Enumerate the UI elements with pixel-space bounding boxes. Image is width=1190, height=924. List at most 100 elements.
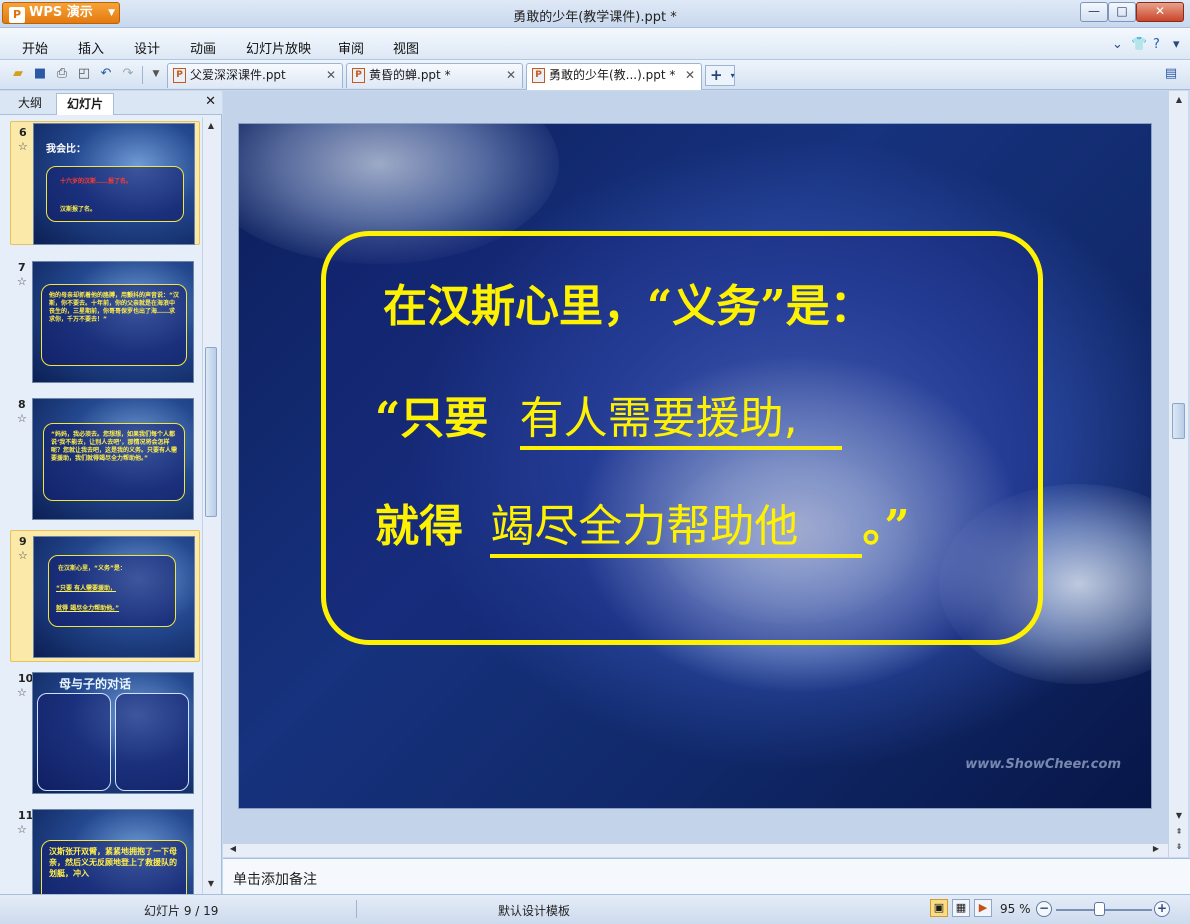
prev-slide-icon[interactable]: ⇞	[1173, 827, 1185, 836]
thumbnail-slide-11[interactable]: 11 ☆ 汉斯张开双臂，紧紧地拥抱了一下母亲，然后义无反顾地登上了救援队的划艇，…	[10, 807, 200, 894]
thumbnail-slide-6[interactable]: 6 ☆ 我会比： 十六岁的汉斯……报了名。 汉斯报了名。	[10, 121, 200, 245]
scroll-up-icon[interactable]: ▲	[1173, 95, 1185, 104]
menu-home[interactable]: 开始	[22, 38, 48, 57]
minimize-button[interactable]: —	[1080, 2, 1108, 22]
menu-view[interactable]: 视图	[393, 38, 419, 57]
animation-star-icon: ☆	[18, 549, 28, 562]
scroll-thumb[interactable]	[1172, 403, 1185, 439]
slideshow-icon[interactable]: ▶	[974, 899, 992, 917]
thumbnail-text: 我会比：	[46, 144, 86, 155]
thumbnail-image: 他的母亲却抓着他的胳膊，用颤抖的声音说：“汉斯，你不要去。十年前，你的父亲就是在…	[32, 261, 194, 383]
thumbnail-image: 我会比： 十六岁的汉斯……报了名。 汉斯报了名。	[33, 123, 195, 245]
thumbnail-box	[37, 693, 111, 791]
close-tab-icon[interactable]: ✕	[506, 64, 516, 86]
slide-heading[interactable]: 在汉斯心里，“义务”是：	[383, 270, 874, 334]
notes-placeholder[interactable]: 单击添加备注	[233, 869, 317, 889]
print-preview-icon[interactable]: ◰	[76, 66, 92, 82]
slides-pane: 大纲 幻灯片 ✕ 6 ☆ 我会比： 十六岁的汉斯……报了名。 汉斯报了名。 7 …	[0, 91, 222, 894]
thumbnail-text: “妈妈，我必须去。您想想，如果我们每个人都说‘我不能去，让别人去吧’，那情况将会…	[51, 431, 178, 462]
close-window-button[interactable]: ✕	[1136, 2, 1184, 22]
menu-insert[interactable]: 插入	[78, 38, 104, 57]
thumbnail-list: 6 ☆ 我会比： 十六岁的汉斯……报了名。 汉斯报了名。 7 ☆ 他的母亲却抓着…	[0, 117, 202, 894]
slide-sorter-icon[interactable]: ▦	[952, 899, 970, 917]
quick-toolbar: ▰ ■ ⎙ ◰ ↶ ↷ ▼ P 父爱深深课件.ppt ✕ P 黄昏的蝉.ppt …	[0, 60, 1190, 90]
close-tab-icon[interactable]: ✕	[685, 64, 695, 86]
thumbnail-slide-8[interactable]: 8 ☆ “妈妈，我必须去。您想想，如果我们每个人都说‘我不能去，让别人去吧’，那…	[10, 396, 200, 520]
tab-list-icon[interactable]: ▤	[1163, 66, 1179, 82]
animation-star-icon: ☆	[18, 140, 28, 153]
thumbnail-image: 母与子的对话	[32, 672, 194, 794]
scroll-left-icon[interactable]: ◀	[227, 844, 239, 853]
skin-icon[interactable]: 👕	[1131, 37, 1147, 52]
thumbnail-number: 6	[19, 126, 27, 139]
menu-slideshow[interactable]: 幻灯片放映	[246, 38, 311, 57]
thumbnail-image: 汉斯张开双臂，紧紧地拥抱了一下母亲，然后义无反顾地登上了救援队的划艇，冲入	[32, 809, 194, 894]
thumbnail-image: 在汉斯心里，“义务”是： “只要 有人需要援助， 就得 竭尽全力帮助他。”	[33, 536, 195, 658]
scroll-down-icon[interactable]: ▼	[205, 879, 217, 888]
save-icon[interactable]: ■	[32, 66, 48, 82]
status-divider	[356, 900, 357, 918]
tab-slides[interactable]: 幻灯片	[56, 93, 115, 115]
close-pane-icon[interactable]: ✕	[205, 94, 216, 109]
horizontal-scrollbar[interactable]: ◀ ▶	[223, 843, 1168, 857]
redo-icon[interactable]: ↷	[120, 66, 136, 82]
menu-review[interactable]: 审阅	[338, 38, 364, 57]
scroll-thumb[interactable]	[205, 347, 217, 517]
thumbnail-image: “妈妈，我必须去。您想想，如果我们每个人都说‘我不能去，让别人去吧’，那情况将会…	[32, 398, 194, 520]
menu-design[interactable]: 设计	[134, 38, 160, 57]
normal-view-icon[interactable]: ▣	[930, 899, 948, 917]
doc-tab-1[interactable]: P 父爱深深课件.ppt ✕	[167, 63, 343, 88]
menu-bar: 开始 插入 设计 动画 幻灯片放映 审阅 视图 ⌄ 👕 ? ▾	[0, 28, 1190, 60]
scroll-right-icon[interactable]: ▶	[1150, 844, 1162, 853]
notes-pane[interactable]: 单击添加备注	[223, 858, 1190, 894]
design-template[interactable]: 默认设计模板	[498, 902, 570, 919]
thumbnail-box	[115, 693, 189, 791]
ppt-file-icon: P	[173, 68, 186, 83]
doc-tab-2[interactable]: P 黄昏的蝉.ppt * ✕	[346, 63, 523, 88]
thumbnail-slide-10[interactable]: 10 ☆ 母与子的对话	[10, 670, 200, 794]
zoom-out-button[interactable]: −	[1036, 901, 1052, 917]
wps-presentation-window: P WPS 演示 ▼ 勇敢的少年(教学课件).ppt * — □ ✕ 开始 插入 …	[0, 0, 1190, 924]
customize-toolbar-icon[interactable]: ▼	[148, 66, 164, 82]
thumbnail-scrollbar[interactable]: ▲ ▼	[202, 117, 218, 894]
animation-star-icon: ☆	[17, 686, 27, 699]
toolbar-divider	[142, 66, 143, 84]
doc-tab-label: 勇敢的少年(教...).ppt *	[549, 68, 676, 82]
current-slide[interactable]: www.ShowCheer.com 在汉斯心里，“义务”是： “只要 有人需要援…	[239, 124, 1151, 808]
help-chevron-icon[interactable]: ▾	[1173, 37, 1180, 52]
close-tab-icon[interactable]: ✕	[326, 64, 336, 86]
maximize-button[interactable]: □	[1108, 2, 1136, 22]
slide-line-3[interactable]: 就得 竭尽全力帮助他。”	[375, 490, 910, 558]
doc-tab-3[interactable]: P 勇敢的少年(教...).ppt * ✕	[526, 63, 702, 90]
scroll-up-icon[interactable]: ▲	[205, 121, 217, 130]
menu-animation[interactable]: 动画	[190, 38, 216, 57]
answer-blank-2[interactable]: 竭尽全力帮助他	[490, 490, 863, 558]
pane-tabs: 大纲 幻灯片 ✕	[0, 91, 222, 115]
open-folder-icon[interactable]: ▰	[10, 66, 26, 82]
slide-line-2[interactable]: “只要 有人需要援助,	[375, 382, 842, 450]
thumbnail-slide-7[interactable]: 7 ☆ 他的母亲却抓着他的胳膊，用颤抖的声音说：“汉斯，你不要去。十年前，你的父…	[10, 259, 200, 383]
thumbnail-number: 9	[19, 535, 27, 548]
print-icon[interactable]: ⎙	[54, 66, 70, 82]
next-slide-icon[interactable]: ⇟	[1173, 842, 1185, 851]
editor-scrollbar[interactable]: ▲ ▼ ⇞ ⇟	[1168, 91, 1188, 857]
help-icon[interactable]: ?	[1153, 37, 1160, 52]
zoom-in-button[interactable]: +	[1154, 901, 1170, 917]
scroll-down-icon[interactable]: ▼	[1173, 811, 1185, 820]
line2-prefix: “只要	[375, 393, 489, 444]
collapse-ribbon-icon[interactable]: ⌄	[1112, 37, 1123, 52]
zoom-slider-handle[interactable]	[1094, 902, 1105, 916]
undo-icon[interactable]: ↶	[98, 66, 114, 82]
thumbnail-number: 8	[18, 398, 26, 411]
ppt-file-icon: P	[352, 68, 365, 83]
thumbnail-text: 汉斯报了名。	[60, 206, 97, 213]
thumbnail-title: 母与子的对话	[59, 677, 132, 691]
new-tab-button[interactable]: + ▾	[705, 65, 735, 86]
window-title: 勇敢的少年(教学课件).ppt *	[513, 10, 677, 25]
thumbnail-slide-9[interactable]: 9 ☆ 在汉斯心里，“义务”是： “只要 有人需要援助， 就得 竭尽全力帮助他。…	[10, 530, 200, 662]
tab-outline[interactable]: 大纲	[8, 93, 52, 115]
thumbnail-text: 十六岁的汉斯……报了名。	[60, 178, 133, 185]
answer-blank-1[interactable]: 有人需要援助,	[519, 382, 842, 450]
line3-prefix: 就得	[375, 501, 463, 552]
animation-star-icon: ☆	[17, 823, 27, 836]
